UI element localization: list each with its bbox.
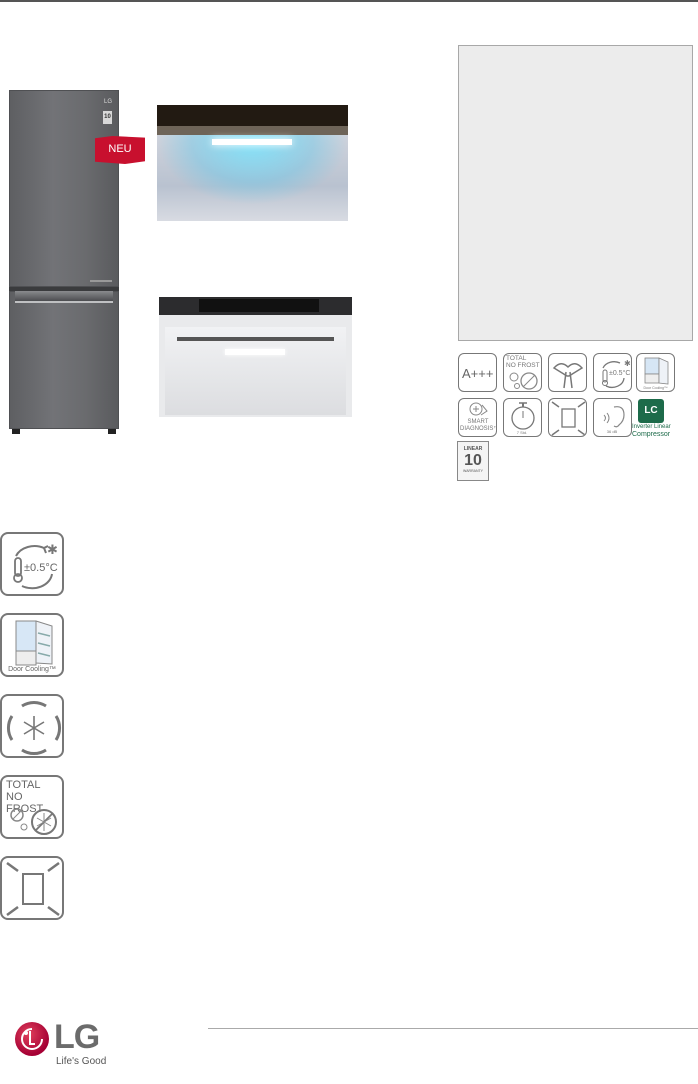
timer-label: 7 Std. bbox=[516, 430, 528, 435]
fridge-lower-door bbox=[9, 291, 119, 429]
fridge-label-strip bbox=[90, 280, 112, 282]
svg-text:✱: ✱ bbox=[47, 543, 58, 558]
door-cooling-airflow-photo bbox=[157, 105, 348, 221]
fridge-upper-door: LG 10 bbox=[9, 90, 119, 287]
display-panel bbox=[199, 299, 319, 312]
door-cooling-label: Door Cooling™ bbox=[643, 386, 668, 390]
fridge-foot bbox=[108, 429, 116, 434]
lg-tagline: Life's Good bbox=[56, 1056, 107, 1067]
low-noise-icon: 36 dB bbox=[593, 398, 632, 437]
linear-compressor-label: Inverter Linear Compressor bbox=[632, 424, 671, 438]
temp-label: ±0.5°C bbox=[609, 370, 631, 377]
lips-icon bbox=[552, 363, 584, 389]
energy-class-icon: A+++ bbox=[458, 353, 497, 392]
snowflake-crossed-icon bbox=[509, 372, 538, 390]
energy-class-label: A+++ bbox=[462, 366, 494, 381]
spec-placeholder-box bbox=[458, 45, 693, 341]
shelf-rail bbox=[177, 337, 334, 341]
timer-icon: 7 Std. bbox=[503, 398, 542, 437]
noise-label: 36 dB bbox=[606, 429, 618, 434]
fridge-warranty-badge: 10 bbox=[103, 111, 112, 124]
fresh-balancer-temp-icon: ✱ ±0.5°C bbox=[593, 353, 632, 392]
lg-face-icon bbox=[21, 1028, 43, 1050]
total-no-frost-icon: TOTAL NO FROST bbox=[503, 353, 542, 392]
warranty-10-year-icon: LINEAR 10 WARRANTY bbox=[457, 441, 489, 481]
expand-arrows-icon bbox=[6, 861, 60, 917]
temp-label: ±0.5°C bbox=[24, 562, 58, 574]
expand-arrows-icon bbox=[551, 401, 586, 436]
svg-text:✱: ✱ bbox=[624, 359, 631, 368]
fridge-handle bbox=[15, 291, 113, 303]
door-cooling-icon: Door Cooling™ bbox=[0, 613, 64, 677]
linear-compressor-icon: LC bbox=[638, 399, 664, 423]
lg-logo-icon bbox=[15, 1022, 49, 1056]
new-badge: NEU bbox=[95, 136, 145, 164]
capacity-expand-icon bbox=[0, 856, 64, 920]
warranty-label: WARRANTY bbox=[463, 469, 483, 473]
fridge-interior-display-photo bbox=[159, 297, 352, 417]
capacity-expand-icon bbox=[548, 398, 587, 437]
total-no-frost-icon: TOTAL NO FROST bbox=[0, 775, 64, 839]
footer-rule bbox=[208, 1028, 698, 1029]
multi-airflow-icon bbox=[0, 694, 64, 758]
temperature-cycle-icon: ✱ ±0.5°C bbox=[13, 543, 58, 590]
fresh-balancer-temp-icon: ✱ ±0.5°C bbox=[0, 532, 64, 596]
interior-light bbox=[212, 139, 292, 145]
smart-diagnosis-icon: SMART DIAGNOSIS™ bbox=[458, 398, 497, 437]
door-cooling-label: Door Cooling™ bbox=[8, 666, 56, 673]
fresh-lips-icon bbox=[548, 353, 587, 392]
airflow-glow bbox=[157, 135, 348, 205]
smart-diagnosis-label: SMART DIAGNOSIS™ bbox=[460, 419, 497, 432]
warranty-years: 10 bbox=[464, 452, 482, 469]
interior-light bbox=[225, 349, 285, 355]
door-cooling-icon: Door Cooling™ bbox=[636, 353, 675, 392]
top-rule bbox=[0, 0, 698, 2]
snowflake-crossed-icon bbox=[10, 808, 57, 835]
fridge-foot bbox=[12, 429, 20, 434]
snowflake-cycle-icon bbox=[7, 701, 61, 755]
lg-wordmark: LG bbox=[54, 1018, 100, 1056]
fridge-logo: LG bbox=[103, 99, 112, 105]
